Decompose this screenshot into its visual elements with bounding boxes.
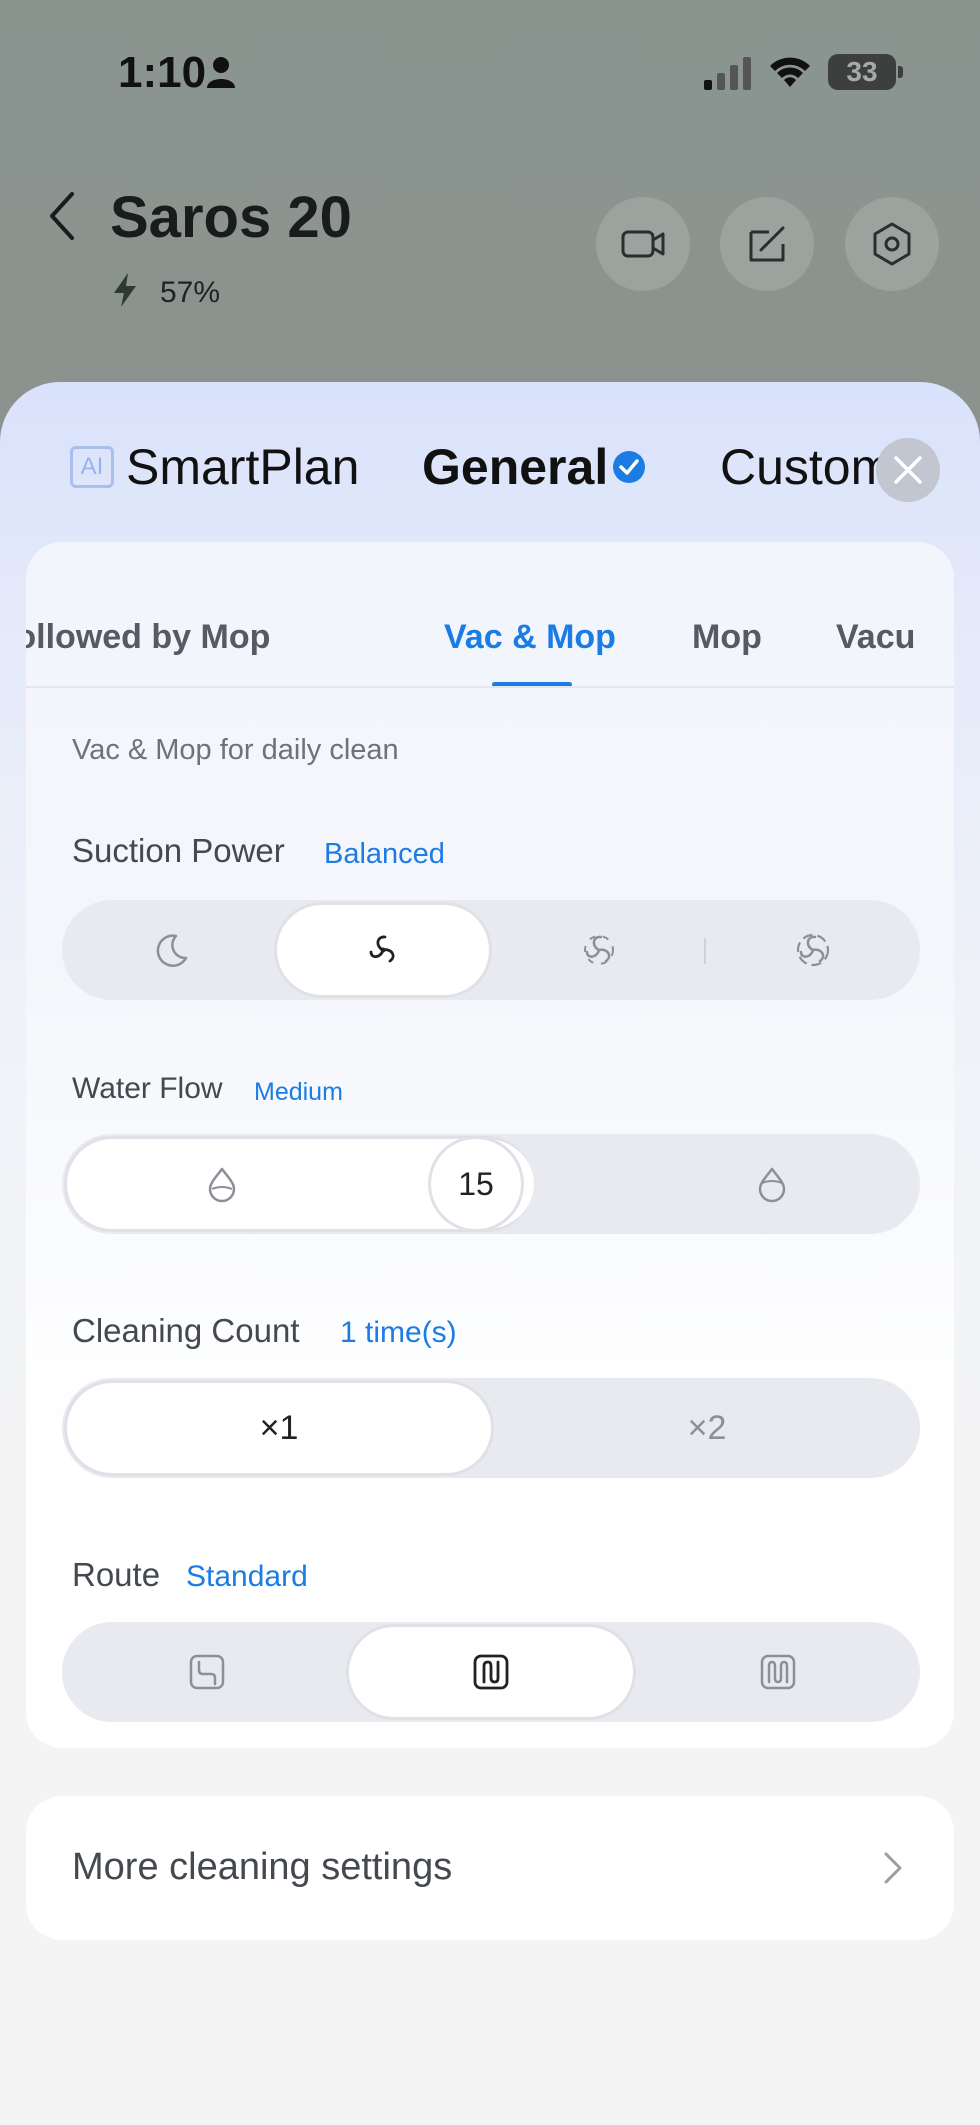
battery-cap [898,66,903,78]
cleaning-count-label: Cleaning Count [72,1312,300,1349]
route-label: Route [72,1556,161,1593]
suction-selector [62,900,920,1000]
active-tab-indicator [492,682,572,686]
map-edit-button[interactable] [720,197,814,291]
count-option-1[interactable]: ×1 [64,1378,494,1478]
water-flow-value: Medium [254,1078,343,1106]
video-camera-button[interactable] [596,197,690,291]
tab-smartplan[interactable]: SmartPlan [126,438,359,496]
cleaning-count-selector: ×1 ×2 [62,1378,920,1478]
suction-option-balanced[interactable] [274,900,492,1000]
water-drop-high-icon [758,1167,786,1203]
more-cleaning-settings-label: More cleaning settings [72,1846,453,1888]
cleaning-count-value: 1 time(s) [340,1316,457,1349]
fan-turbo-icon [584,935,614,965]
count-option-2[interactable]: ×2 [494,1378,920,1478]
wifi-icon [770,57,810,87]
suction-label: Suction Power [72,832,285,869]
settings-button[interactable] [845,197,939,291]
water-high-option [622,1134,922,1234]
route-selector [62,1622,920,1722]
more-cleaning-settings-row[interactable]: More cleaning settings [26,1796,954,1940]
check-circle-icon [613,451,645,483]
map-edit-icon [749,226,785,262]
ai-icon: AI [70,446,114,488]
video-camera-icon [621,230,665,258]
suction-option-turbo[interactable] [492,900,706,1000]
water-flow-label: Water Flow [72,1072,223,1105]
chevron-right-icon [884,1852,902,1884]
battery-percent: 57% [160,276,221,309]
mode-description: Vac & Mop for daily clean [72,734,399,766]
settings-hexagon-icon [873,222,911,266]
water-flow-slider[interactable]: 15 [62,1134,920,1234]
subtab-vac-then-mop[interactable]: Vac followed by Mop [26,618,270,657]
route-standard-icon [473,1654,509,1690]
subtab-vac-and-mop[interactable]: Vac & Mop [444,618,616,657]
suction-option-max[interactable] [706,900,920,1000]
battery-indicator: 33 [828,54,896,90]
tab-general[interactable]: General [422,438,608,496]
fan-balanced-icon [369,935,395,963]
mode-tabs: AI SmartPlan General Custom [0,382,980,552]
route-value: Standard [186,1560,308,1593]
tab-custom[interactable]: Custom [720,438,892,496]
close-icon [894,456,922,484]
subtab-mop[interactable]: Mop [692,618,762,657]
fan-max-icon [796,933,830,967]
cleaning-mode-sheet: AI SmartPlan General Custom Vac followed… [0,382,980,2125]
person-icon [207,57,235,88]
moon-icon [156,934,188,967]
subtab-vacuum[interactable]: Vacu [836,618,915,657]
status-time: 1:10 [118,48,207,97]
close-button[interactable] [876,438,940,502]
signal-icon [704,57,751,90]
settings-card: Vac followed by Mop Vac & Mop Mop Vacu V… [26,542,954,1748]
water-drop-low-icon [208,1167,236,1203]
suction-value: Balanced [324,838,445,870]
charging-bolt-icon [114,273,136,307]
route-option-standard[interactable] [346,1622,636,1722]
route-option-deep[interactable] [636,1622,920,1722]
back-icon[interactable] [46,190,78,242]
sub-tabs: Vac followed by Mop Vac & Mop Mop Vacu [26,542,954,688]
water-flow-thumb[interactable]: 15 [428,1136,524,1232]
water-low-option [62,1134,382,1234]
device-title: Saros 20 [110,185,352,250]
suction-option-quiet[interactable] [62,900,282,1000]
route-option-quick[interactable] [62,1622,352,1722]
route-deep-icon [760,1654,796,1690]
route-quick-icon [189,1654,225,1690]
